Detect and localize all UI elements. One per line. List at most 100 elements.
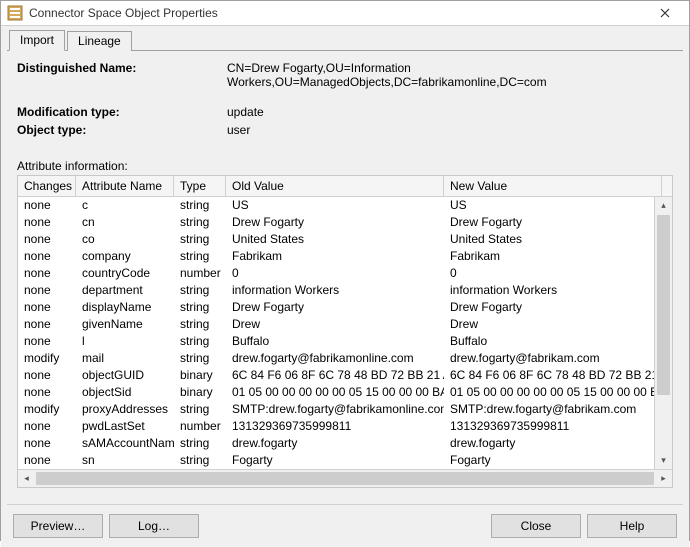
cell-new: Buffalo	[444, 333, 662, 350]
cell-changes: none	[18, 299, 76, 316]
cell-type: string	[174, 282, 226, 299]
col-header-changes[interactable]: Changes	[18, 176, 76, 196]
cell-type: string	[174, 435, 226, 452]
cell-type: string	[174, 214, 226, 231]
table-row[interactable]: noneobjectGUIDbinary6C 84 F6 06 8F 6C 78…	[18, 367, 672, 384]
cell-type: string	[174, 316, 226, 333]
modtype-row: Modification type: update	[17, 105, 673, 119]
col-header-new[interactable]: New Value	[444, 176, 662, 196]
cell-changes: modify	[18, 401, 76, 418]
cell-type: string	[174, 231, 226, 248]
cell-attr: countryCode	[76, 265, 174, 282]
cell-type: binary	[174, 384, 226, 401]
cell-old: 6C 84 F6 06 8F 6C 78 48 BD 72 BB 21 AF…	[226, 367, 444, 384]
cell-attr: displayName	[76, 299, 174, 316]
table-row[interactable]: nonesnstringFogartyFogarty	[18, 452, 672, 469]
cell-changes: none	[18, 248, 76, 265]
log-button[interactable]: Log…	[109, 514, 199, 538]
cell-changes: none	[18, 384, 76, 401]
cell-old: 131329369735999811	[226, 418, 444, 435]
cell-attr: proxyAddresses	[76, 401, 174, 418]
col-header-attribute[interactable]: Attribute Name	[76, 176, 174, 196]
table-row[interactable]: nonesAMAccountNamestringdrew.fogartydrew…	[18, 435, 672, 452]
client-area: Import Lineage Distinguished Name: CN=Dr…	[1, 26, 689, 547]
cell-new: 01 05 00 00 00 00 00 05 15 00 00 00 BA	[444, 384, 662, 401]
cell-new: US	[444, 197, 662, 214]
scroll-right-icon[interactable]: ▸	[655, 470, 672, 487]
cell-changes: none	[18, 367, 76, 384]
cell-new: 0	[444, 265, 662, 282]
cell-attr: l	[76, 333, 174, 350]
table-row[interactable]: nonecstringUSUS	[18, 197, 672, 214]
cell-old: Buffalo	[226, 333, 444, 350]
cell-type: number	[174, 265, 226, 282]
cell-type: binary	[174, 367, 226, 384]
cell-changes: none	[18, 231, 76, 248]
tab-page-import: Distinguished Name: CN=Drew Fogarty,OU=I…	[7, 50, 683, 492]
cell-new: Fogarty	[444, 452, 662, 469]
tab-import[interactable]: Import	[9, 30, 65, 51]
table-row[interactable]: nonegivenNamestringDrewDrew	[18, 316, 672, 333]
cell-attr: department	[76, 282, 174, 299]
table-row[interactable]: nonepwdLastSetnumber13132936973599981113…	[18, 418, 672, 435]
table-row[interactable]: nonecompanystringFabrikamFabrikam	[18, 248, 672, 265]
cell-new: 131329369735999811	[444, 418, 662, 435]
cell-new: Drew	[444, 316, 662, 333]
titlebar: Connector Space Object Properties	[1, 1, 689, 26]
cell-type: string	[174, 197, 226, 214]
grid-header: Changes Attribute Name Type Old Value Ne…	[18, 176, 672, 197]
horizontal-scrollbar[interactable]: ◂ ▸	[18, 469, 672, 487]
table-row[interactable]: nonelstringBuffaloBuffalo	[18, 333, 672, 350]
cell-attr: mail	[76, 350, 174, 367]
tab-row: Import Lineage	[1, 26, 689, 50]
scroll-up-icon[interactable]: ▴	[655, 197, 672, 214]
cell-old: drew.fogarty@fabrikamonline.com	[226, 350, 444, 367]
vscroll-thumb[interactable]	[657, 215, 670, 395]
scroll-left-icon[interactable]: ◂	[18, 470, 35, 487]
grid-body[interactable]: nonecstringUSUSnonecnstringDrew FogartyD…	[18, 197, 672, 469]
modtype-label: Modification type:	[17, 105, 227, 119]
close-icon[interactable]	[645, 1, 685, 25]
cell-old: Drew Fogarty	[226, 299, 444, 316]
table-row[interactable]: modifyproxyAddressesstringSMTP:drew.foga…	[18, 401, 672, 418]
attribute-grid: Changes Attribute Name Type Old Value Ne…	[17, 175, 673, 488]
cell-type: string	[174, 333, 226, 350]
dialog-window: Connector Space Object Properties Import…	[0, 0, 690, 541]
cell-type: string	[174, 452, 226, 469]
cell-old: 01 05 00 00 00 00 00 05 15 00 00 00 BA …	[226, 384, 444, 401]
cell-changes: none	[18, 333, 76, 350]
cell-type: string	[174, 401, 226, 418]
cell-attr: sn	[76, 452, 174, 469]
table-row[interactable]: nonedepartmentstringinformation Workersi…	[18, 282, 672, 299]
cell-attr: company	[76, 248, 174, 265]
cell-attr: objectSid	[76, 384, 174, 401]
vertical-scrollbar[interactable]: ▴ ▾	[654, 197, 672, 469]
table-row[interactable]: modifymailstringdrew.fogarty@fabrikamonl…	[18, 350, 672, 367]
col-header-type[interactable]: Type	[174, 176, 226, 196]
cell-old: 0	[226, 265, 444, 282]
close-button[interactable]: Close	[491, 514, 581, 538]
cell-type: string	[174, 299, 226, 316]
cell-changes: none	[18, 265, 76, 282]
cell-new: Drew Fogarty	[444, 299, 662, 316]
cell-attr: pwdLastSet	[76, 418, 174, 435]
app-icon	[7, 5, 23, 21]
table-row[interactable]: nonecnstringDrew FogartyDrew Fogarty	[18, 214, 672, 231]
cell-new: Fabrikam	[444, 248, 662, 265]
hscroll-thumb[interactable]	[36, 472, 654, 485]
window-title: Connector Space Object Properties	[29, 6, 645, 20]
help-button[interactable]: Help	[587, 514, 677, 538]
scroll-down-icon[interactable]: ▾	[655, 452, 672, 469]
table-row[interactable]: noneobjectSidbinary01 05 00 00 00 00 00 …	[18, 384, 672, 401]
col-header-old[interactable]: Old Value	[226, 176, 444, 196]
cell-old: Drew Fogarty	[226, 214, 444, 231]
table-row[interactable]: nonecountryCodenumber00	[18, 265, 672, 282]
cell-attr: co	[76, 231, 174, 248]
preview-button[interactable]: Preview…	[13, 514, 103, 538]
tab-lineage[interactable]: Lineage	[67, 31, 132, 51]
table-row[interactable]: nonecostringUnited StatesUnited States	[18, 231, 672, 248]
cell-attr: givenName	[76, 316, 174, 333]
cell-changes: none	[18, 282, 76, 299]
cell-old: SMTP:drew.fogarty@fabrikamonline.com	[226, 401, 444, 418]
table-row[interactable]: nonedisplayNamestringDrew FogartyDrew Fo…	[18, 299, 672, 316]
